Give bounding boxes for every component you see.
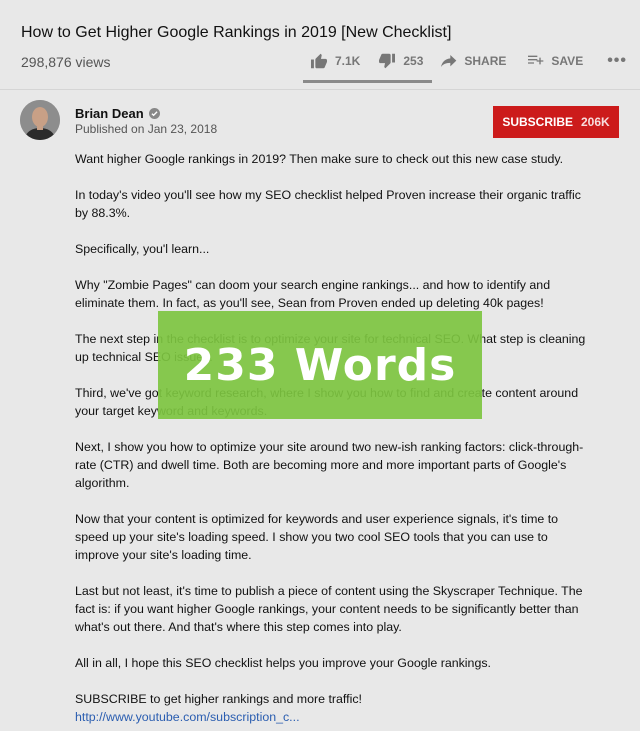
view-count: 298,876 views [21,54,111,70]
description-paragraph: Now that your content is optimized for k… [75,512,559,562]
thumbs-down-icon [379,53,396,69]
publish-date: Published on Jan 23, 2018 [75,122,218,136]
share-arrow-icon [441,55,457,67]
video-title: How to Get Higher Google Rankings in 201… [21,24,452,41]
subscriber-count: 206K [581,115,610,129]
word-count-text: 233 Words [183,339,457,391]
word-count-overlay: 233 Words [158,311,482,419]
channel-name-link[interactable]: Brian Dean [75,106,160,121]
description-paragraph: In today's video you'll see how my SEO c… [75,188,581,220]
share-button[interactable]: SHARE [441,54,506,68]
description-paragraph: Want higher Google rankings in 2019? The… [75,152,564,166]
video-actions: 7.1K 253 SHARE SAVE ••• [310,52,627,70]
description-paragraph: All in all, I hope this SEO checklist he… [75,656,491,670]
like-ratio-bar [303,80,432,83]
subscribe-cta: SUBSCRIBE to get higher rankings and mor… [75,692,362,706]
avatar-portrait-icon [20,100,60,140]
like-button[interactable]: 7.1K [310,53,360,69]
more-actions-button[interactable]: ••• [607,52,627,70]
verified-check-icon [148,108,160,119]
subscription-link[interactable]: http://www.youtube.com/subscription_c... [75,710,300,724]
channel-name: Brian Dean [75,106,144,121]
thumbs-up-icon [311,53,327,69]
dislike-button[interactable]: 253 [378,53,423,69]
subscribe-label: SUBSCRIBE [502,115,573,129]
divider [0,89,640,90]
dislike-count: 253 [403,54,424,68]
description-paragraph: Why "Zombie Pages" can doom your search … [75,278,551,310]
description-paragraph: Specifically, you'l learn... [75,242,210,256]
playlist-add-icon [528,55,544,65]
description-paragraph: Next, I show you how to optimize your si… [75,440,584,490]
like-count: 7.1K [335,54,361,68]
share-label: SHARE [464,54,507,68]
video-description: Want higher Google rankings in 2019? The… [75,150,595,726]
avatar[interactable] [20,100,60,140]
save-label: SAVE [551,54,584,68]
save-button[interactable]: SAVE [528,54,583,68]
subscribe-button[interactable]: SUBSCRIBE 206K [493,106,619,138]
description-paragraph: Last but not least, it's time to publish… [75,584,583,634]
